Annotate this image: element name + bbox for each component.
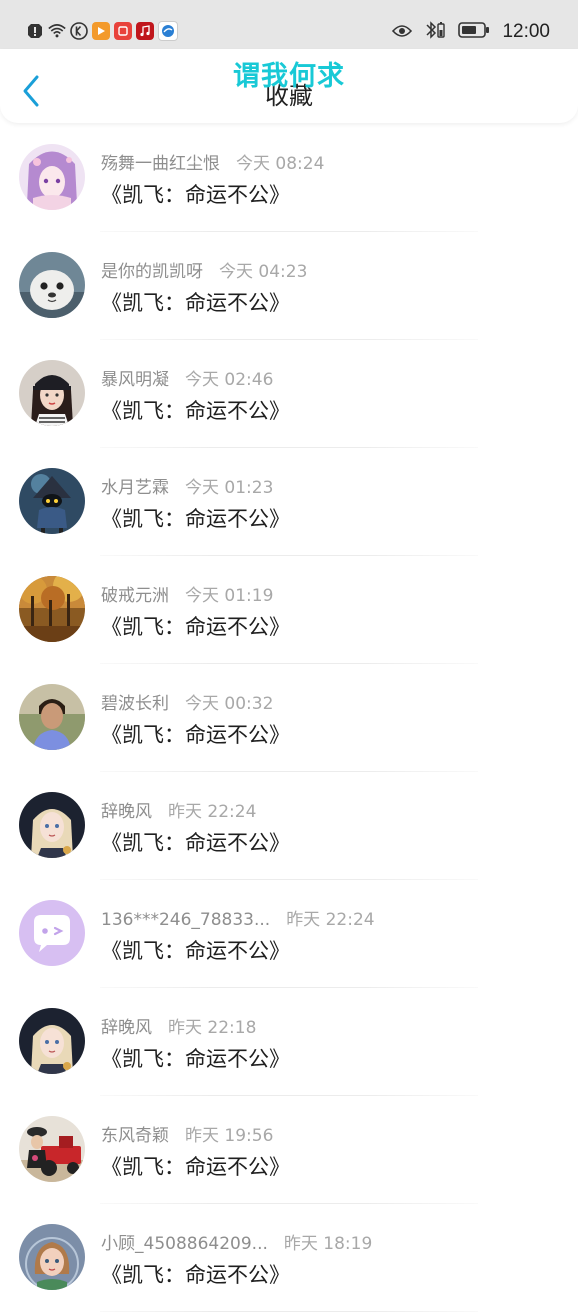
favorite-content: 《凯飞：命运不公》 [101, 291, 290, 315]
timestamp: 今天 08:24 [236, 154, 325, 174]
avatar[interactable] [19, 1224, 85, 1290]
favorite-meta: 破戒元洲 今天 01:19 [101, 581, 273, 606]
user-name[interactable]: 殇舞一曲红尘恨 [101, 154, 220, 174]
watermark-text: 谓我何求 [233, 61, 345, 92]
favorite-item[interactable]: 破戒元洲 今天 01:19 《凯飞：命运不公》 [0, 556, 578, 664]
favorite-item[interactable]: 水月艺霖 今天 01:23 《凯飞：命运不公》 [0, 448, 578, 556]
favorite-content: 《凯飞：命运不公》 [101, 615, 290, 639]
favorite-item[interactable]: 辞晚风 昨天 22:18 《凯飞：命运不公》 [0, 988, 578, 1096]
favorite-item[interactable]: 殇舞一曲红尘恨 今天 08:24 《凯飞：命运不公》 [0, 124, 578, 232]
favorite-meta: 136***246_78833... 昨天 22:24 [101, 905, 375, 930]
favorite-content: 《凯飞：命运不公》 [101, 1047, 290, 1071]
favorite-content: 《凯飞：命运不公》 [101, 723, 290, 747]
user-name[interactable]: 小顾_4508864209... [101, 1234, 268, 1254]
favorite-item[interactable]: 辞晚风 昨天 22:24 《凯飞：命运不公》 [0, 772, 578, 880]
favorite-meta: 殇舞一曲红尘恨 今天 08:24 [101, 149, 324, 174]
bluetooth-icon [424, 20, 446, 44]
avatar[interactable] [19, 1116, 85, 1182]
timestamp: 今天 04:23 [219, 262, 308, 282]
avatar[interactable] [19, 792, 85, 858]
favorite-meta: 暴风明凝 今天 02:46 [101, 365, 273, 390]
favorite-content: 《凯飞：命运不公》 [101, 507, 290, 531]
favorite-content: 《凯飞：命运不公》 [101, 1155, 290, 1179]
timestamp: 昨天 22:24 [286, 910, 375, 930]
timestamp: 昨天 19:56 [185, 1126, 274, 1146]
battery-icon [458, 21, 490, 43]
timestamp: 昨天 22:18 [168, 1018, 257, 1038]
eye-icon [392, 23, 413, 42]
timestamp: 今天 01:23 [185, 478, 274, 498]
user-name[interactable]: 是你的凯凯呀 [101, 262, 203, 282]
avatar[interactable] [19, 576, 85, 642]
red-app-icon [114, 22, 132, 40]
user-name[interactable]: 暴风明凝 [101, 370, 169, 390]
favorite-meta: 碧波长利 今天 00:32 [101, 689, 273, 714]
user-name[interactable]: 破戒元洲 [101, 586, 169, 606]
favorite-meta: 辞晚风 昨天 22:18 [101, 1013, 256, 1038]
status-left-icons [26, 21, 178, 41]
timestamp: 昨天 22:24 [168, 802, 257, 822]
avatar[interactable] [19, 684, 85, 750]
status-right-icons: 12:00 [392, 20, 550, 44]
favorites-list: 殇舞一曲红尘恨 今天 08:24 《凯飞：命运不公》 是你的凯凯呀 今天 04:23 《凯… [0, 124, 578, 1312]
k-app-icon [70, 22, 88, 40]
favorite-meta: 水月艺霖 今天 01:23 [101, 473, 273, 498]
user-name[interactable]: 水月艺霖 [101, 478, 169, 498]
user-name[interactable]: 辞晚风 [101, 802, 152, 822]
favorite-item[interactable]: 暴风明凝 今天 02:46 《凯飞：命运不公》 [0, 340, 578, 448]
timestamp: 今天 00:32 [185, 694, 274, 714]
favorite-meta: 东风奇颖 昨天 19:56 [101, 1121, 273, 1146]
timestamp: 今天 02:46 [185, 370, 274, 390]
wifi-icon [48, 22, 66, 40]
user-name[interactable]: 东风奇颖 [101, 1126, 169, 1146]
favorite-meta: 小顾_4508864209... 昨天 18:19 [101, 1229, 372, 1254]
avatar[interactable] [19, 252, 85, 318]
timestamp: 今天 01:19 [185, 586, 274, 606]
browser-app-icon [158, 21, 178, 41]
favorite-content: 《凯飞：命运不公》 [101, 183, 290, 207]
video-app-icon [92, 22, 110, 40]
favorite-item[interactable]: 小顾_4508864209... 昨天 18:19 《凯飞：命运不公》 [0, 1204, 578, 1312]
favorite-meta: 辞晚风 昨天 22:24 [101, 797, 256, 822]
favorite-meta: 是你的凯凯呀 今天 04:23 [101, 257, 307, 282]
avatar[interactable] [19, 468, 85, 534]
favorite-item[interactable]: 是你的凯凯呀 今天 04:23 《凯飞：命运不公》 [0, 232, 578, 340]
avatar[interactable] [19, 1008, 85, 1074]
user-name[interactable]: 辞晚风 [101, 1018, 152, 1038]
alert-icon [26, 22, 44, 40]
avatar[interactable] [19, 900, 85, 966]
timestamp: 昨天 18:19 [283, 1234, 373, 1254]
favorite-content: 《凯飞：命运不公》 [101, 1263, 290, 1287]
status-time: 12:00 [502, 21, 550, 42]
favorite-item[interactable]: 136***246_78833... 昨天 22:24 《凯飞：命运不公》 [0, 880, 578, 988]
user-name[interactable]: 136***246_78833... [101, 910, 270, 930]
user-name[interactable]: 碧波长利 [101, 694, 169, 714]
favorite-content: 《凯飞：命运不公》 [101, 831, 290, 855]
avatar[interactable] [19, 360, 85, 426]
favorite-item[interactable]: 东风奇颖 昨天 19:56 《凯飞：命运不公》 [0, 1096, 578, 1204]
favorite-item[interactable]: 碧波长利 今天 00:32 《凯飞：命运不公》 [0, 664, 578, 772]
favorite-content: 《凯飞：命运不公》 [101, 939, 290, 963]
music-app-icon [136, 22, 154, 40]
avatar[interactable] [19, 144, 85, 210]
favorite-content: 《凯飞：命运不公》 [101, 399, 290, 423]
